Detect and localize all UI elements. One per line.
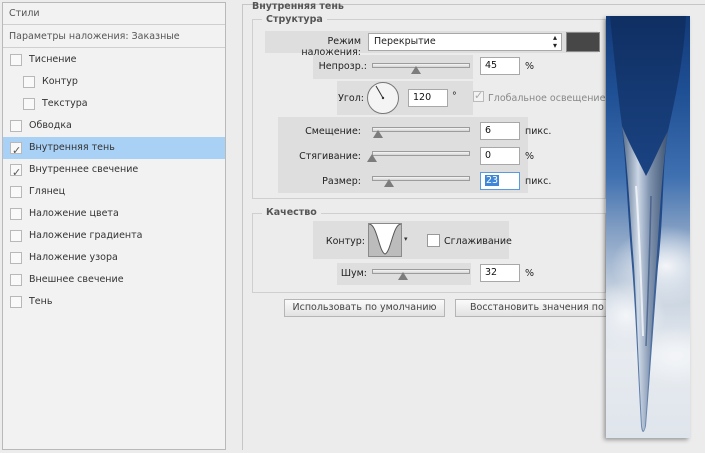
noise-slider-thumb[interactable] (398, 272, 409, 280)
distance-unit: пикс. (525, 126, 552, 137)
style-item-label: Контур (42, 76, 78, 87)
style-item-checkbox[interactable]: ✓ (10, 164, 22, 179)
style-item[interactable]: Тень (3, 291, 225, 313)
distance-label: Смещение: (305, 126, 361, 137)
style-item[interactable]: Наложение градиента (3, 225, 225, 247)
style-item-label: Текстура (42, 98, 88, 109)
style-item-label: Тень (29, 296, 53, 307)
antialias-checkbox[interactable] (427, 234, 440, 247)
style-item-checkbox[interactable] (10, 186, 22, 198)
opacity-label: Непрозр.: (318, 61, 367, 72)
contour-label: Контур: (325, 236, 365, 247)
shadow-color-swatch[interactable] (566, 32, 600, 52)
style-item-checkbox[interactable] (23, 98, 35, 110)
size-slider-thumb[interactable] (384, 179, 394, 187)
style-item-checkbox[interactable] (10, 230, 22, 242)
style-item[interactable]: Глянец (3, 181, 225, 203)
style-item-checkbox[interactable] (23, 76, 35, 88)
style-item-label: Наложение градиента (29, 230, 143, 241)
style-item-checkbox[interactable] (10, 252, 22, 264)
size-label: Размер: (322, 176, 361, 187)
icicle-preview-image (606, 16, 690, 438)
blend-mode-select[interactable]: Перекрытие ▴ ▾ (368, 33, 562, 51)
style-item-checkbox[interactable] (10, 120, 22, 132)
opacity-input[interactable]: 45 (480, 57, 520, 75)
style-item-label: Наложение узора (29, 252, 118, 263)
make-default-button[interactable]: Использовать по умолчанию (284, 299, 445, 317)
style-item-label: Наложение цвета (29, 208, 119, 219)
style-item[interactable]: Обводка (3, 115, 225, 137)
updown-arrows-icon: ▴ ▾ (552, 33, 557, 50)
contour-picker[interactable] (368, 223, 402, 257)
choke-unit: % (525, 151, 535, 162)
noise-label: Шум: (340, 268, 367, 279)
opacity-unit: % (525, 61, 535, 72)
style-item-label: Внутренняя тень (29, 142, 115, 153)
noise-input[interactable]: 32 (480, 264, 520, 282)
noise-unit: % (525, 268, 535, 279)
antialias-label: Сглаживание (444, 236, 512, 247)
angle-input[interactable]: 120 (408, 89, 448, 107)
style-item-checkbox[interactable]: ✓ (10, 142, 22, 157)
style-item-label: Внутреннее свечение (29, 164, 139, 175)
styles-panel: Стили Параметры наложения: Заказные Тисн… (2, 2, 226, 450)
style-item-checkbox[interactable] (10, 208, 22, 220)
blending-options-header[interactable]: Параметры наложения: Заказные (3, 26, 225, 48)
icicle-illustration (606, 16, 690, 432)
global-light-checkbox[interactable]: ✓ (473, 89, 484, 102)
style-item[interactable]: ✓ Внутренняя тень (3, 137, 225, 159)
style-item[interactable]: Наложение цвета (3, 203, 225, 225)
distance-slider-thumb[interactable] (373, 130, 383, 138)
reset-default-button[interactable]: Восстановить значения по умолчанию (455, 299, 615, 317)
size-unit: пикс. (525, 176, 552, 187)
distance-input[interactable]: 6 (480, 122, 520, 140)
choke-label: Стягивание: (299, 151, 361, 162)
style-item-label: Глянец (29, 186, 66, 197)
quality-title: Качество (262, 207, 321, 218)
style-item-label: Тиснение (29, 54, 77, 65)
style-item[interactable]: Наложение узора (3, 247, 225, 269)
style-item-checkbox[interactable] (10, 274, 22, 286)
opacity-slider-thumb[interactable] (411, 66, 422, 74)
style-item-checkbox[interactable] (10, 54, 22, 66)
checkmark-icon: ✓ (474, 89, 484, 102)
style-item-label: Обводка (29, 120, 72, 131)
styles-header[interactable]: Стили (3, 3, 225, 25)
choke-slider-track[interactable] (372, 151, 470, 156)
structure-title: Структура (262, 14, 327, 25)
blend-mode-value: Перекрытие (374, 36, 436, 47)
dropdown-arrow-icon[interactable]: ▾ (404, 235, 408, 243)
angle-dial[interactable] (367, 82, 399, 114)
style-item[interactable]: Текстура (3, 93, 225, 115)
angle-needle-icon (375, 85, 385, 100)
size-input[interactable]: 23 (480, 172, 520, 190)
global-light-label: Глобальное освещение (488, 93, 606, 104)
angle-label: Угол: (338, 93, 364, 104)
choke-input[interactable]: 0 (480, 147, 520, 165)
dialog-title: Внутренняя тень (252, 1, 344, 12)
style-item[interactable]: ✓ Внутреннее свечение (3, 159, 225, 181)
style-item-checkbox[interactable] (10, 296, 22, 308)
angle-unit: ° (452, 91, 457, 102)
style-item-label: Внешнее свечение (29, 274, 124, 285)
distance-slider-track[interactable] (372, 127, 470, 132)
choke-slider-thumb[interactable] (367, 154, 377, 162)
style-item[interactable]: Контур (3, 71, 225, 93)
contour-curve-icon (368, 223, 402, 256)
style-item[interactable]: Внешнее свечение (3, 269, 225, 291)
size-input-value: 23 (485, 175, 500, 186)
style-item[interactable]: Тиснение (3, 49, 225, 71)
noise-slider-track[interactable] (372, 269, 470, 274)
